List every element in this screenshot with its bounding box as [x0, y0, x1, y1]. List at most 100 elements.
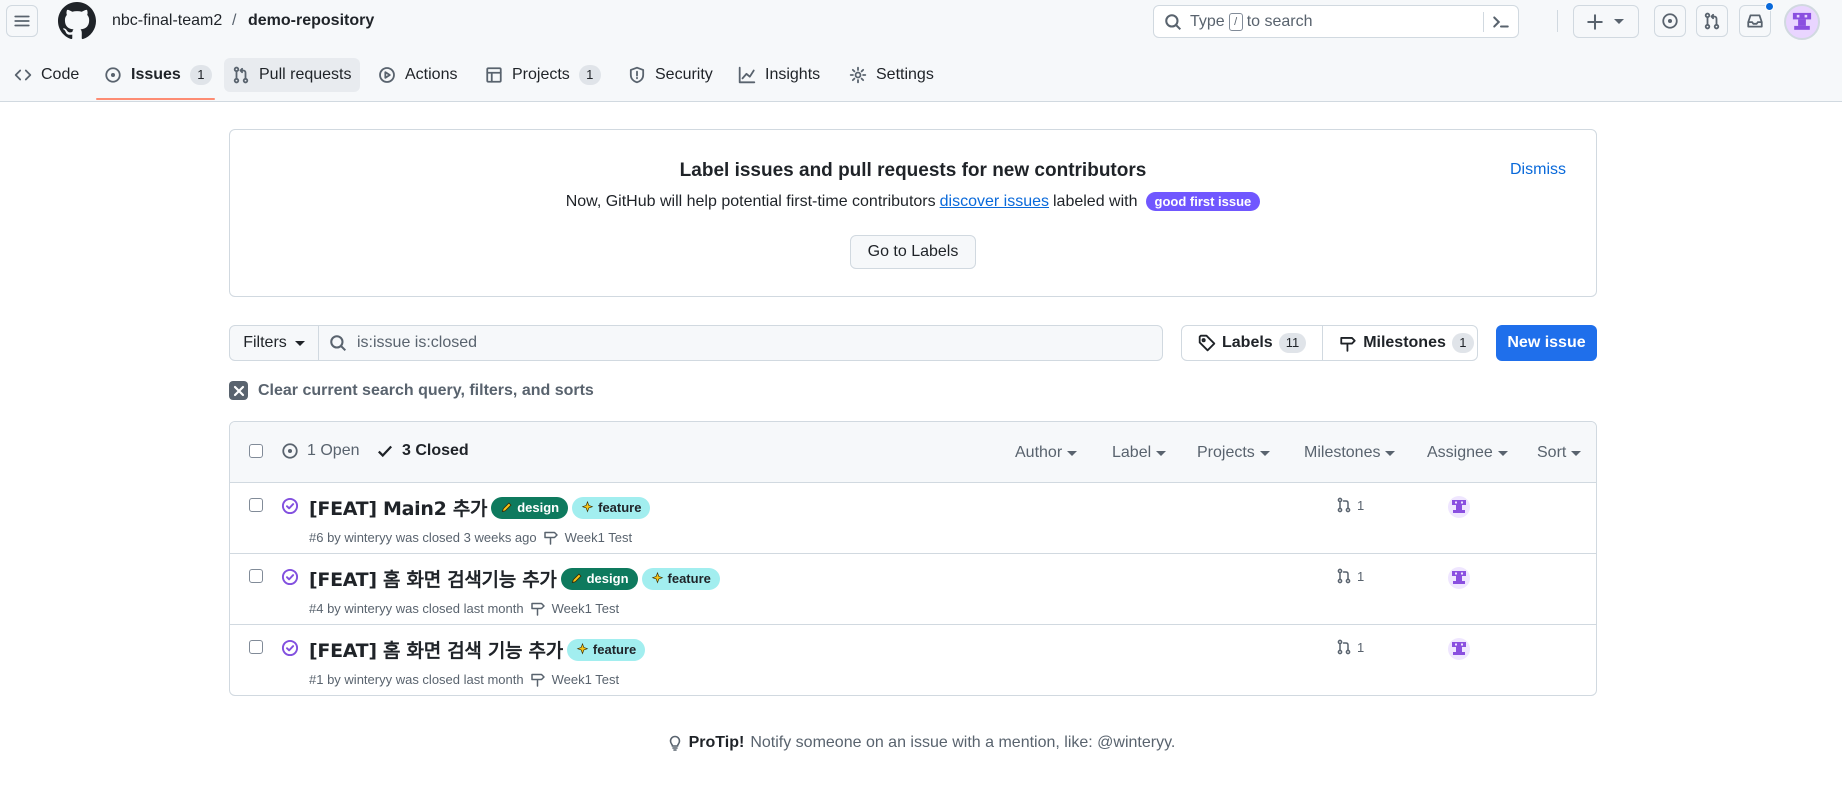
- projects-filter[interactable]: Projects: [1197, 444, 1270, 462]
- tab-security[interactable]: Security: [620, 58, 721, 92]
- global-search-input[interactable]: Type / to search: [1153, 5, 1519, 38]
- label-filter[interactable]: Label: [1112, 444, 1167, 462]
- issue-checkbox[interactable]: [249, 498, 263, 512]
- issue-open-icon: [105, 67, 121, 83]
- design-label[interactable]: design: [491, 496, 569, 519]
- issue-meta-text: #4 by winteryy was closed last month: [309, 600, 524, 616]
- git-pull-request-icon: [233, 66, 249, 84]
- tab-code-label: Code: [41, 66, 80, 83]
- filters-button[interactable]: Filters: [229, 325, 319, 361]
- issue-title-link[interactable]: [FEAT] Main2 추가: [309, 494, 488, 521]
- light-bulb-icon: [669, 735, 680, 751]
- tab-pull-requests[interactable]: Pull requests: [224, 58, 360, 92]
- inbox-icon: [1747, 14, 1763, 28]
- table-icon: [486, 67, 502, 83]
- milestone-link[interactable]: Week1 Test: [565, 530, 632, 545]
- feature-label[interactable]: feature: [641, 567, 720, 590]
- tab-actions[interactable]: Actions: [370, 58, 465, 92]
- search-placeholder-pre: Type: [1190, 12, 1225, 30]
- milestone-link[interactable]: Week1 Test: [552, 672, 619, 687]
- user-avatar[interactable]: [1784, 4, 1820, 40]
- labels-button[interactable]: Labels 11: [1182, 326, 1322, 360]
- assignee-avatar[interactable]: [1448, 496, 1470, 518]
- issue-meta-text: #6 by winteryy was closed 3 weeks ago: [309, 529, 537, 545]
- feature-label-text: feature: [667, 571, 711, 586]
- avatar-icon: [1452, 642, 1466, 655]
- issue-title-line: [FEAT] Main2 추가 design feature: [309, 494, 651, 521]
- projects-filter-label: Projects: [1197, 444, 1255, 461]
- milestones-button[interactable]: Milestones 1: [1322, 326, 1490, 360]
- go-to-labels-button[interactable]: Go to Labels: [850, 235, 976, 269]
- command-palette-icon[interactable]: [1492, 13, 1510, 31]
- create-new-button[interactable]: [1573, 5, 1639, 38]
- top-bar: nbc-final-team2 / demo-repository Type /…: [0, 0, 1842, 44]
- notification-indicator: [1765, 2, 1774, 11]
- breadcrumb-owner[interactable]: nbc-final-team2: [112, 12, 222, 30]
- chevron-down-icon: [1385, 450, 1396, 456]
- tab-settings-label: Settings: [876, 66, 934, 83]
- search-placeholder: Type / to search: [1190, 12, 1313, 31]
- tab-insights[interactable]: Insights: [730, 58, 828, 92]
- issue-checkbox[interactable]: [249, 640, 263, 654]
- issue-row: [FEAT] 홈 화면 검색 기능 추가 feature #1 by winte…: [230, 625, 1596, 695]
- graph-icon: [738, 66, 756, 84]
- chevron-down-icon: [1497, 450, 1508, 456]
- issue-search-input[interactable]: is:issue is:closed: [318, 325, 1163, 361]
- new-issue-button[interactable]: New issue: [1496, 325, 1597, 361]
- avatar-icon: [1452, 571, 1466, 584]
- tab-code[interactable]: Code: [6, 58, 87, 92]
- issues-list-header: 1 Open 3 Closed Author Label Projects Mi…: [230, 422, 1596, 483]
- discover-issues-link[interactable]: discover issues: [940, 193, 1049, 211]
- tab-issues[interactable]: Issues 1: [96, 58, 220, 92]
- assignee-avatar[interactable]: [1448, 567, 1470, 589]
- assignee-filter[interactable]: Assignee: [1427, 444, 1508, 462]
- dismiss-button[interactable]: Dismiss: [1510, 161, 1566, 179]
- protip-text: Notify someone on an issue with a mentio…: [750, 734, 1176, 751]
- issue-open-icon: [282, 443, 298, 459]
- tab-settings[interactable]: Settings: [841, 58, 942, 92]
- author-filter[interactable]: Author: [1015, 444, 1078, 462]
- github-logo-icon[interactable]: [58, 2, 96, 40]
- issue-title-link[interactable]: [FEAT] 홈 화면 검색 기능 추가: [309, 636, 563, 663]
- code-icon: [14, 69, 32, 81]
- issue-meta-text: #1 by winteryy was closed last month: [309, 671, 524, 687]
- assignee-avatar[interactable]: [1448, 638, 1470, 660]
- linked-pr[interactable]: 1: [1336, 568, 1364, 584]
- feature-label[interactable]: feature: [566, 638, 646, 661]
- linked-pr[interactable]: 1: [1336, 497, 1364, 513]
- feature-label[interactable]: feature: [572, 496, 651, 519]
- milestone-link[interactable]: Week1 Test: [552, 601, 619, 616]
- sparkles-icon: [581, 501, 594, 513]
- milestones-filter[interactable]: Milestones: [1304, 444, 1396, 462]
- pencil-icon: [502, 502, 512, 513]
- closed-issues-toggle[interactable]: 3 Closed: [376, 442, 469, 460]
- select-all-checkbox[interactable]: [249, 444, 263, 458]
- issue-title-link[interactable]: [FEAT] 홈 화면 검색기능 추가: [309, 565, 557, 592]
- issue-meta: #1 by winteryy was closed last month Wee…: [309, 671, 619, 687]
- issue-checkbox[interactable]: [249, 569, 263, 583]
- linked-pr[interactable]: 1: [1336, 639, 1364, 655]
- plus-icon: [1587, 13, 1603, 30]
- open-issues-toggle[interactable]: 1 Open: [281, 442, 359, 460]
- active-tab-indicator: [96, 98, 215, 100]
- issue-closed-icon: [281, 568, 299, 586]
- tab-projects[interactable]: Projects 1: [477, 58, 609, 92]
- issues-shortcut-button[interactable]: [1654, 5, 1686, 37]
- tab-issues-label: Issues: [131, 66, 181, 83]
- breadcrumb-separator: /: [232, 12, 237, 29]
- app-header: nbc-final-team2 / demo-repository Type /…: [0, 0, 1842, 102]
- issue-row: [FEAT] 홈 화면 검색기능 추가 design feature #4 by…: [230, 554, 1596, 625]
- sort-filter[interactable]: Sort: [1537, 444, 1582, 462]
- milestone-icon: [543, 531, 558, 545]
- pull-requests-shortcut-button[interactable]: [1696, 5, 1728, 37]
- search-icon: [1164, 13, 1182, 31]
- filters-label: Filters: [243, 334, 287, 351]
- breadcrumb-repo[interactable]: demo-repository: [248, 12, 374, 30]
- gear-icon: [849, 66, 867, 84]
- clear-filters-link[interactable]: Clear current search query, filters, and…: [229, 381, 594, 400]
- git-pull-request-icon: [1704, 12, 1720, 30]
- design-label[interactable]: design: [560, 567, 638, 590]
- closed-count-label: 3 Closed: [402, 442, 469, 459]
- menu-button[interactable]: [6, 5, 38, 37]
- milestone-icon: [530, 602, 545, 616]
